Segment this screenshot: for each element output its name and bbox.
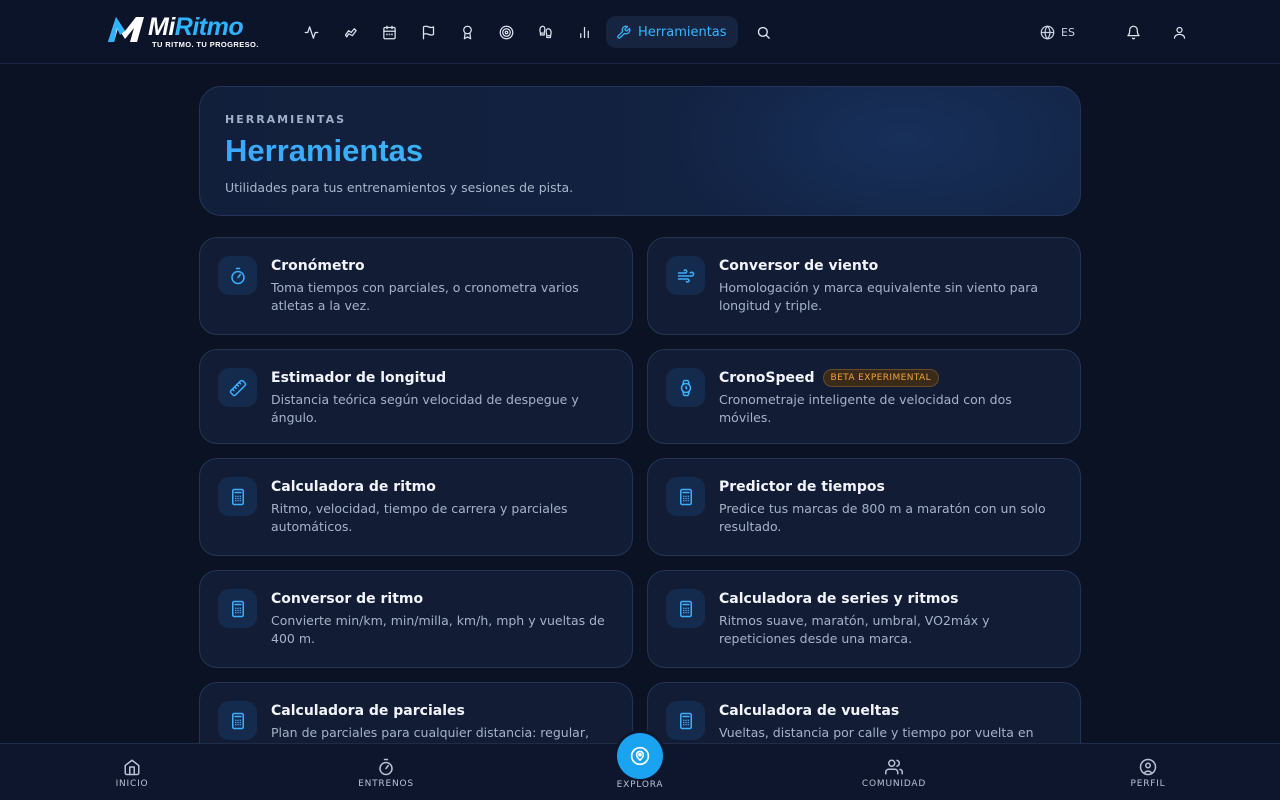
bottom-nav-label: COMUNIDAD	[861, 779, 927, 789]
bottom-nav-entrenos[interactable]: ENTRENOS	[326, 758, 446, 789]
page-eyebrow: HERRAMIENTAS	[225, 113, 347, 126]
tool-card-predictor-tiempos[interactable]: Predictor de tiempos Predice tus marcas …	[647, 458, 1081, 556]
calendar-icon	[383, 25, 396, 39]
beta-badge: BETA EXPERIMENTAL	[822, 369, 940, 387]
nav-activity[interactable]	[292, 16, 331, 48]
calculator-icon	[679, 712, 692, 729]
tools-grid: Cronómetro Toma tiempos con parciales, o…	[199, 237, 1081, 780]
bottom-nav-explora-label: EXPLORA	[616, 780, 664, 790]
top-navbar: MiRitmo TU RITMO. TU PROGRESO. Herramien…	[0, 0, 1280, 64]
tool-card-calculadora-ritmo[interactable]: Calculadora de ritmo Ritmo, velocidad, t…	[199, 458, 633, 556]
tool-title: Conversor de ritmo	[271, 591, 424, 607]
watch-icon	[680, 379, 691, 396]
profile-circle-icon	[1139, 758, 1157, 776]
calculator-icon	[231, 712, 244, 729]
nav-search[interactable]	[744, 16, 783, 48]
tool-title: Estimador de longitud	[271, 370, 447, 386]
map-pin-icon	[630, 746, 650, 766]
tool-title: Calculadora de ritmo	[271, 479, 436, 495]
tool-card-conversor-ritmo[interactable]: Conversor de ritmo Convierte min/km, min…	[199, 570, 633, 668]
logo-m-icon	[108, 17, 144, 42]
globe-icon	[1040, 24, 1055, 40]
stopwatch-icon	[379, 758, 393, 776]
nav-tools-active[interactable]: Herramientas	[606, 16, 738, 48]
running-shoe-icon	[344, 27, 357, 37]
tool-card-cronospeed[interactable]: CronoSpeed BETA EXPERIMENTAL Cronometraj…	[647, 349, 1081, 444]
brand-name: MiRitmo	[148, 13, 244, 41]
bottom-nav-inicio[interactable]: INICIO	[72, 758, 192, 789]
page-header: HERRAMIENTAS Herramientas Utilidades par…	[199, 86, 1081, 216]
target-icon	[499, 25, 514, 39]
calculator-icon	[679, 600, 692, 617]
page-subtitle: Utilidades para tus entrenamientos y ses…	[225, 180, 574, 195]
bottom-nav-comunidad[interactable]: COMUNIDAD	[834, 758, 954, 789]
search-icon	[757, 26, 770, 39]
bottom-nav-label: PERFIL	[1130, 779, 1166, 789]
bar-chart-icon	[580, 26, 589, 38]
tool-title: Cronómetro	[271, 258, 365, 274]
tool-description: Ritmo, velocidad, tiempo de carrera y pa…	[271, 501, 568, 534]
tool-title: Calculadora de series y ritmos	[719, 591, 959, 607]
nav-footprints[interactable]	[526, 16, 565, 48]
medal-icon	[463, 25, 472, 39]
ruler-icon	[229, 379, 246, 396]
footprints-icon	[539, 25, 552, 38]
language-switcher[interactable]: ES	[1040, 24, 1110, 40]
nav-medal[interactable]	[448, 16, 487, 48]
wrench-icon	[617, 25, 631, 39]
home-icon	[124, 759, 140, 776]
language-code: ES	[1061, 25, 1075, 39]
calculator-icon	[679, 488, 692, 505]
brand-logo[interactable]: MiRitmo TU RITMO. TU PROGRESO.	[106, 12, 266, 52]
nav-shoes[interactable]	[331, 16, 370, 48]
page-title: Herramientas	[225, 132, 1055, 170]
tool-card-estimador-longitud[interactable]: Estimador de longitud Distancia teórica …	[199, 349, 633, 444]
tool-card-cronometro[interactable]: Cronómetro Toma tiempos con parciales, o…	[199, 237, 633, 335]
brand-tagline: TU RITMO. TU PROGRESO.	[152, 40, 259, 49]
calculator-icon	[231, 488, 244, 505]
tool-card-conversor-viento[interactable]: Conversor de viento Homologación y marca…	[647, 237, 1081, 335]
users-icon	[885, 759, 903, 775]
bottom-nav-label: INICIO	[115, 779, 149, 789]
tool-title: Calculadora de parciales	[271, 703, 465, 719]
header-tools: ES	[1040, 16, 1202, 48]
tools-page: HERRAMIENTAS Herramientas Utilidades par…	[199, 86, 1081, 780]
wind-icon	[677, 268, 694, 283]
tool-description: Convierte min/km, min/milla, km/h, mph y…	[271, 613, 605, 646]
tool-description: Cronometraje inteligente de velocidad co…	[719, 392, 1012, 425]
stopwatch-icon	[230, 267, 245, 284]
tool-title: Conversor de viento	[719, 258, 879, 274]
tool-description: Distancia teórica según velocidad de des…	[271, 392, 579, 425]
tool-description: Ritmos suave, maratón, umbral, VO2máx y …	[719, 613, 990, 646]
nav-target[interactable]	[487, 16, 526, 48]
bell-icon	[1126, 25, 1140, 39]
calculator-icon	[231, 600, 244, 617]
notifications-button[interactable]	[1110, 16, 1156, 48]
tool-card-series-ritmos[interactable]: Calculadora de series y ritmos Ritmos su…	[647, 570, 1081, 668]
tool-title: Predictor de tiempos	[719, 479, 885, 495]
activity-icon	[304, 25, 319, 39]
nav-tools-label: Herramientas	[638, 24, 727, 40]
flag-icon	[422, 25, 435, 39]
tool-description: Homologación y marca equivalente sin vie…	[719, 280, 1039, 313]
main-nav: Herramientas	[292, 16, 783, 48]
bottom-nav-perfil[interactable]: PERFIL	[1088, 758, 1208, 789]
tool-title: CronoSpeed	[719, 370, 815, 386]
account-button[interactable]	[1156, 16, 1202, 48]
tool-title: Calculadora de vueltas	[719, 703, 900, 719]
nav-stats[interactable]	[565, 16, 604, 48]
tool-description: Predice tus marcas de 800 m a maratón co…	[719, 501, 1046, 534]
nav-flag[interactable]	[409, 16, 448, 48]
bottom-nav-label: ENTRENOS	[358, 779, 414, 789]
bottom-nav-explora-button[interactable]	[617, 733, 663, 779]
tool-description: Toma tiempos con parciales, o cronometra…	[271, 280, 579, 313]
user-icon	[1173, 26, 1185, 39]
nav-calendar[interactable]	[370, 16, 409, 48]
